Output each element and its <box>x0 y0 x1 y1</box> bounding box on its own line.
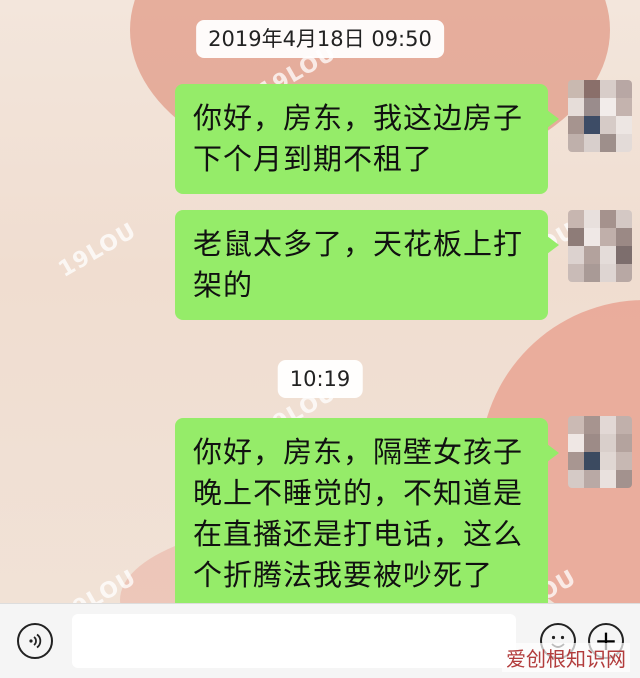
message-timestamp: 2019年4月18日 09:50 <box>196 20 444 58</box>
voice-icon[interactable] <box>17 623 53 659</box>
message-input[interactable] <box>72 614 516 668</box>
message-bubble[interactable]: 你好，房东，我这边房子下个月到期不租了 <box>175 84 559 194</box>
site-watermark: 爱创根知识网 <box>502 643 630 672</box>
voice-icon <box>29 633 42 649</box>
message-bubble[interactable]: 老鼠太多了，天花板上打架的 <box>175 210 559 320</box>
message-timestamp: 10:19 <box>277 360 363 398</box>
avatar[interactable] <box>568 416 632 488</box>
avatar[interactable] <box>568 210 632 282</box>
message-bubble[interactable]: 你好，房东，隔壁女孩子晚上不睡觉的，不知道是在直播还是打电话，这么个折腾法我要被… <box>175 418 559 610</box>
avatar[interactable] <box>568 80 632 152</box>
